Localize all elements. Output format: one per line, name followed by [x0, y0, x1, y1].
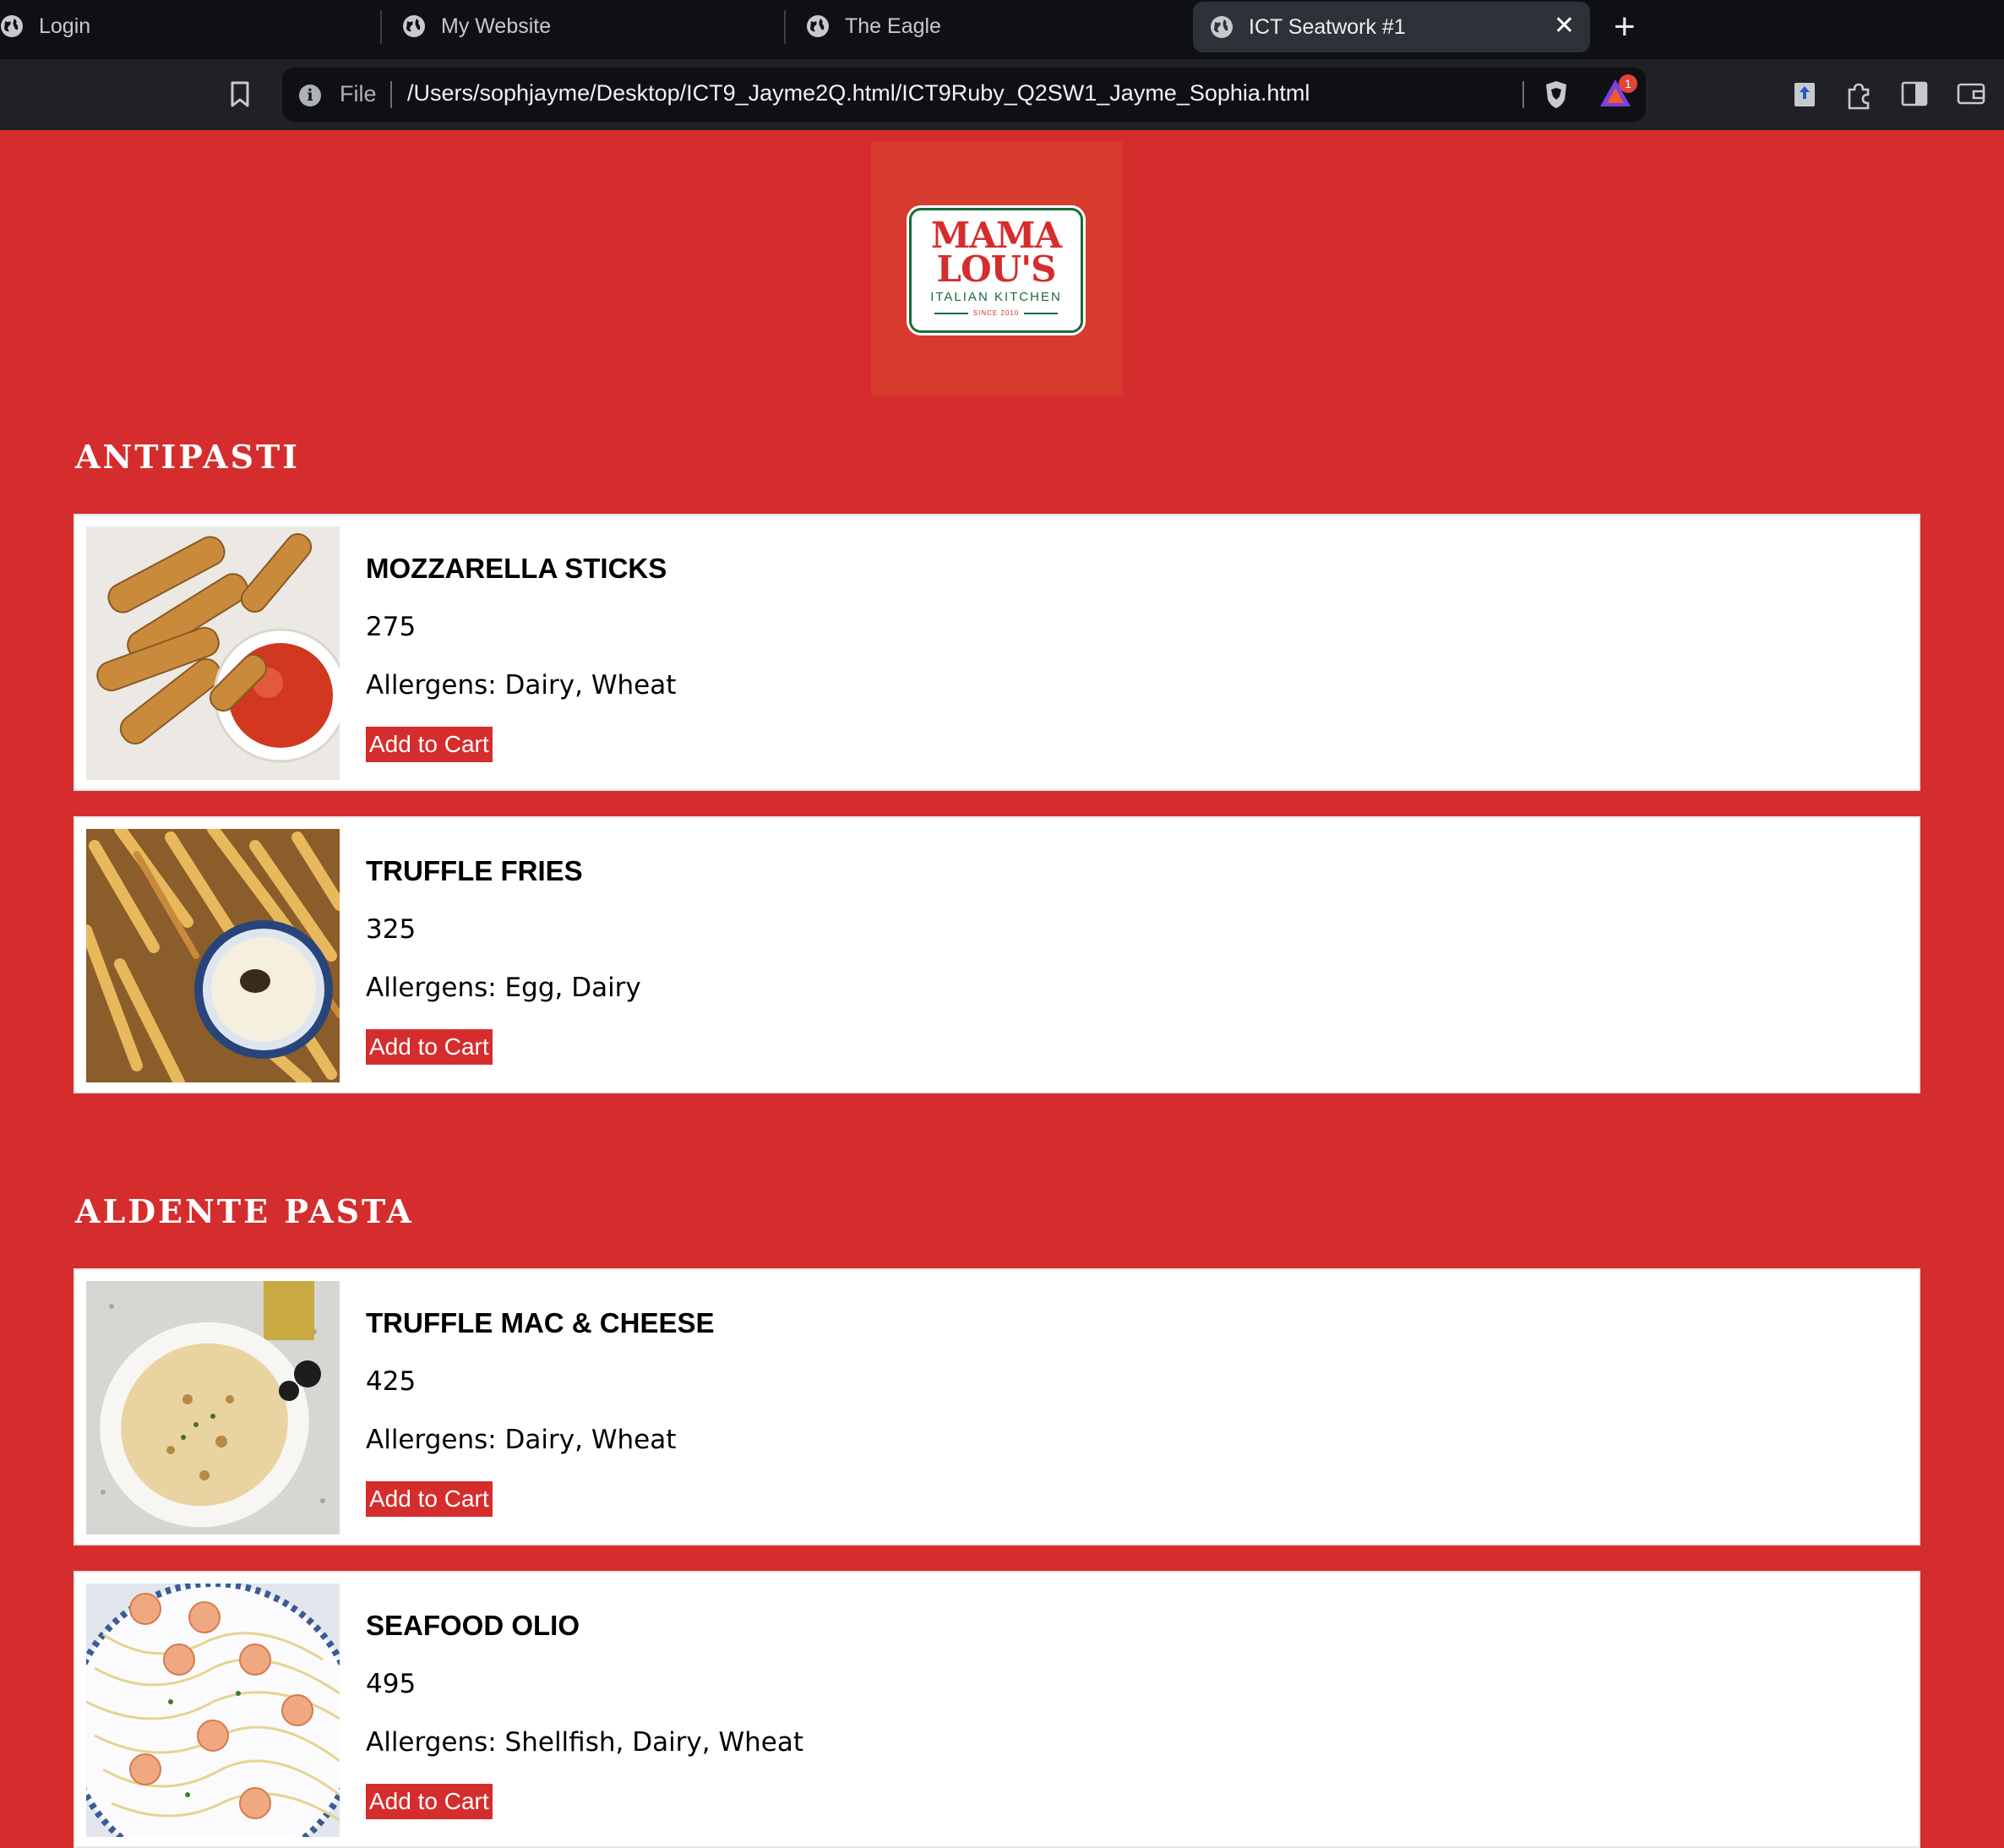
tab-label: The Eagle	[845, 14, 941, 38]
truffle-mac-cheese-photo	[86, 1281, 340, 1535]
menu-item-card: TRUFFLE MAC & CHEESE 425 Allergens: Dair…	[74, 1268, 1920, 1545]
item-allergens: Allergens: Egg, Dairy	[366, 973, 641, 1003]
item-price: 495	[366, 1669, 417, 1699]
logo-line-4: SINCE 2010	[912, 309, 1081, 317]
item-allergens: Allergens: Dairy, Wheat	[366, 670, 677, 700]
section-title-aldente-pasta: ALDENTE PASTA	[75, 1192, 414, 1230]
tab-login[interactable]: Login	[0, 0, 380, 52]
globe-icon	[1211, 16, 1233, 38]
url-text[interactable]: /Users/sophjayme/Desktop/ICT9_Jayme2Q.ht…	[407, 80, 1310, 106]
browser-toolbar: i File /Users/sophjayme/Desktop/ICT9_Jay…	[0, 59, 2004, 130]
extensions-icon[interactable]	[1844, 81, 1873, 110]
tab-label: Login	[39, 14, 91, 38]
brave-shield-icon[interactable]	[1543, 79, 1570, 110]
tab-label: ICT Seatwork #1	[1249, 14, 1406, 39]
tab-divider	[380, 10, 382, 44]
menu-item-card: MOZZARELLA STICKS 275 Allergens: Dairy, …	[74, 514, 1920, 791]
globe-icon	[1, 15, 23, 37]
add-to-cart-button[interactable]: Add to Cart	[366, 727, 493, 762]
rewards-badge: 1	[1619, 74, 1637, 93]
rewards-button[interactable]: 1	[1598, 74, 1637, 114]
tab-divider	[784, 10, 786, 44]
tab-ict-seatwork[interactable]: ICT Seatwork #1 ✕	[1193, 2, 1590, 52]
item-name: TRUFFLE FRIES	[366, 855, 583, 886]
reading-list-icon[interactable]	[1793, 81, 1816, 108]
mozzarella-sticks-photo	[86, 526, 340, 780]
wallet-icon[interactable]	[1957, 81, 1985, 106]
section-title-antipasti: ANTIPASTI	[75, 438, 301, 476]
item-allergens: Allergens: Dairy, Wheat	[366, 1425, 677, 1455]
info-icon[interactable]: i	[299, 84, 321, 106]
item-price: 425	[366, 1366, 417, 1397]
tab-my-website[interactable]: My Website	[402, 0, 782, 52]
address-divider	[390, 81, 392, 108]
item-price: 275	[366, 612, 417, 642]
logo-line-1: MAMA	[930, 215, 1062, 256]
new-tab-button[interactable]: +	[1614, 8, 1636, 46]
tab-the-eagle[interactable]: The Eagle	[806, 0, 1186, 52]
close-tab-icon[interactable]: ✕	[1554, 14, 1575, 39]
logo-line-3: ITALIAN KITCHEN	[930, 290, 1062, 304]
sidebar-toggle-icon[interactable]	[1901, 81, 1928, 106]
file-scheme-label: File	[340, 81, 377, 106]
menu-item-card: SEAFOOD OLIO 495 Allergens: Shellfish, D…	[74, 1571, 1920, 1848]
item-name: SEAFOOD OLIO	[366, 1610, 580, 1641]
bookmark-icon[interactable]	[230, 81, 250, 108]
add-to-cart-button[interactable]: Add to Cart	[366, 1481, 493, 1517]
tab-label: My Website	[441, 14, 552, 38]
browser-tab-strip: Login My Website The Eagle ICT Seatwork …	[0, 0, 2004, 59]
add-to-cart-button[interactable]: Add to Cart	[366, 1784, 493, 1819]
item-name: MOZZARELLA STICKS	[366, 553, 667, 584]
seafood-olio-photo	[86, 1584, 340, 1837]
globe-icon	[807, 15, 829, 37]
item-name: TRUFFLE MAC & CHEESE	[366, 1307, 715, 1338]
logo-container: MAMA LOU'S ITALIAN KITCHEN SINCE 2010	[871, 142, 1123, 395]
mama-lous-logo: MAMA LOU'S ITALIAN KITCHEN SINCE 2010	[909, 208, 1083, 333]
address-bar[interactable]: i File /Users/sophjayme/Desktop/ICT9_Jay…	[282, 68, 1646, 122]
add-to-cart-button[interactable]: Add to Cart	[366, 1029, 493, 1065]
truffle-fries-photo	[86, 829, 340, 1082]
logo-line-2: LOU'S	[936, 248, 1057, 290]
address-divider	[1522, 81, 1524, 108]
item-price: 325	[366, 914, 417, 945]
menu-item-card: TRUFFLE FRIES 325 Allergens: Egg, Dairy …	[74, 816, 1920, 1093]
item-allergens: Allergens: Shellfish, Dairy, Wheat	[366, 1727, 804, 1758]
globe-icon	[403, 15, 425, 37]
